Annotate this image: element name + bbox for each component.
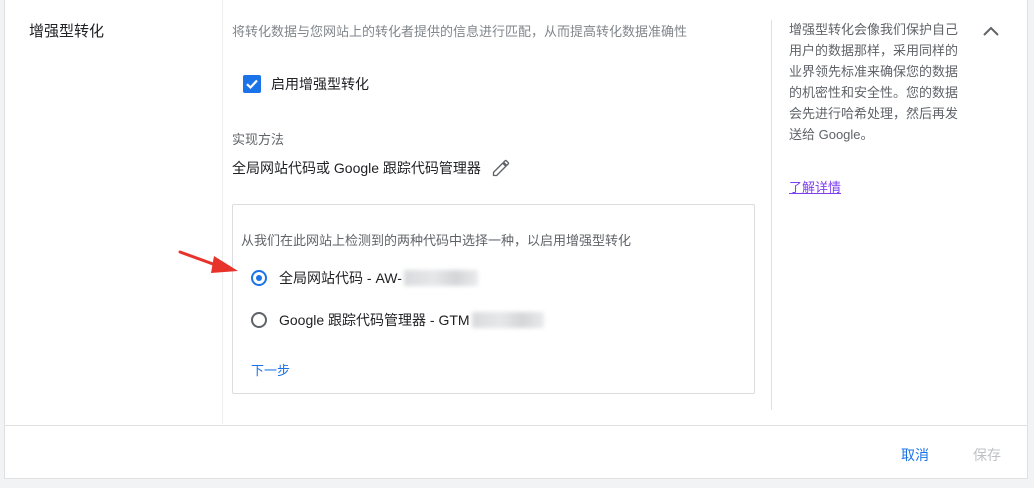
method-value: 全局网站代码或 Google 跟踪代码管理器 — [232, 160, 481, 176]
tag-choice-prompt: 从我们在此网站上检测到的两种代码中选择一种，以启用增强型转化 — [241, 233, 632, 248]
section-title: 增强型转化 — [29, 23, 105, 40]
redacted-container-id — [471, 312, 544, 328]
chevron-up-icon — [983, 26, 999, 36]
save-button[interactable]: 保存 — [973, 445, 1001, 465]
enhanced-conversions-card: 增强型转化 将转化数据与您网站上的转化者提供的信息进行匹配，从而提高转化数据准确… — [4, 0, 1028, 479]
pencil-edit-icon[interactable] — [491, 158, 511, 178]
help-divider — [771, 20, 772, 410]
red-arrow-annotation — [178, 250, 238, 273]
enable-checkbox-label: 启用增强型转化 — [271, 76, 369, 92]
enable-checkbox-row[interactable]: 启用增强型转化 — [243, 74, 369, 94]
section-intro: 将转化数据与您网站上的转化者提供的信息进行匹配，从而提高转化数据准确性 — [232, 24, 688, 39]
radio-option-global-site-tag[interactable]: 全局网站代码 - AW- — [251, 268, 478, 288]
check-icon — [246, 79, 258, 90]
learn-more-link[interactable]: 了解详情 — [789, 177, 841, 196]
radio-option-label: Google 跟踪代码管理器 - GTM — [279, 310, 544, 330]
radio-option-label: 全局网站代码 - AW- — [279, 268, 478, 288]
radio-button-selected[interactable] — [251, 270, 267, 286]
method-row: 全局网站代码或 Google 跟踪代码管理器 — [232, 158, 511, 178]
radio-option-label-text: Google 跟踪代码管理器 - GTM — [279, 312, 470, 328]
next-step-link[interactable]: 下一步 — [251, 360, 290, 379]
cancel-button[interactable]: 取消 — [901, 445, 929, 465]
tag-choice-box: 从我们在此网站上检测到的两种代码中选择一种，以启用增强型转化 全局网站代码 - … — [232, 204, 755, 394]
column-divider — [222, 0, 223, 424]
collapse-button[interactable] — [980, 20, 1002, 42]
radio-option-gtm[interactable]: Google 跟踪代码管理器 - GTM — [251, 310, 544, 330]
enable-checkbox[interactable] — [243, 75, 261, 93]
footer-divider — [5, 425, 1027, 426]
method-label: 实现方法 — [232, 132, 285, 147]
radio-button[interactable] — [251, 312, 267, 328]
radio-option-label-text: 全局网站代码 - AW- — [279, 270, 402, 286]
help-text: 增强型转化会像我们保护自己用户的数据那样，采用同样的业界领先标准来确保您的数据的… — [789, 22, 959, 142]
redacted-tag-id — [403, 270, 478, 286]
